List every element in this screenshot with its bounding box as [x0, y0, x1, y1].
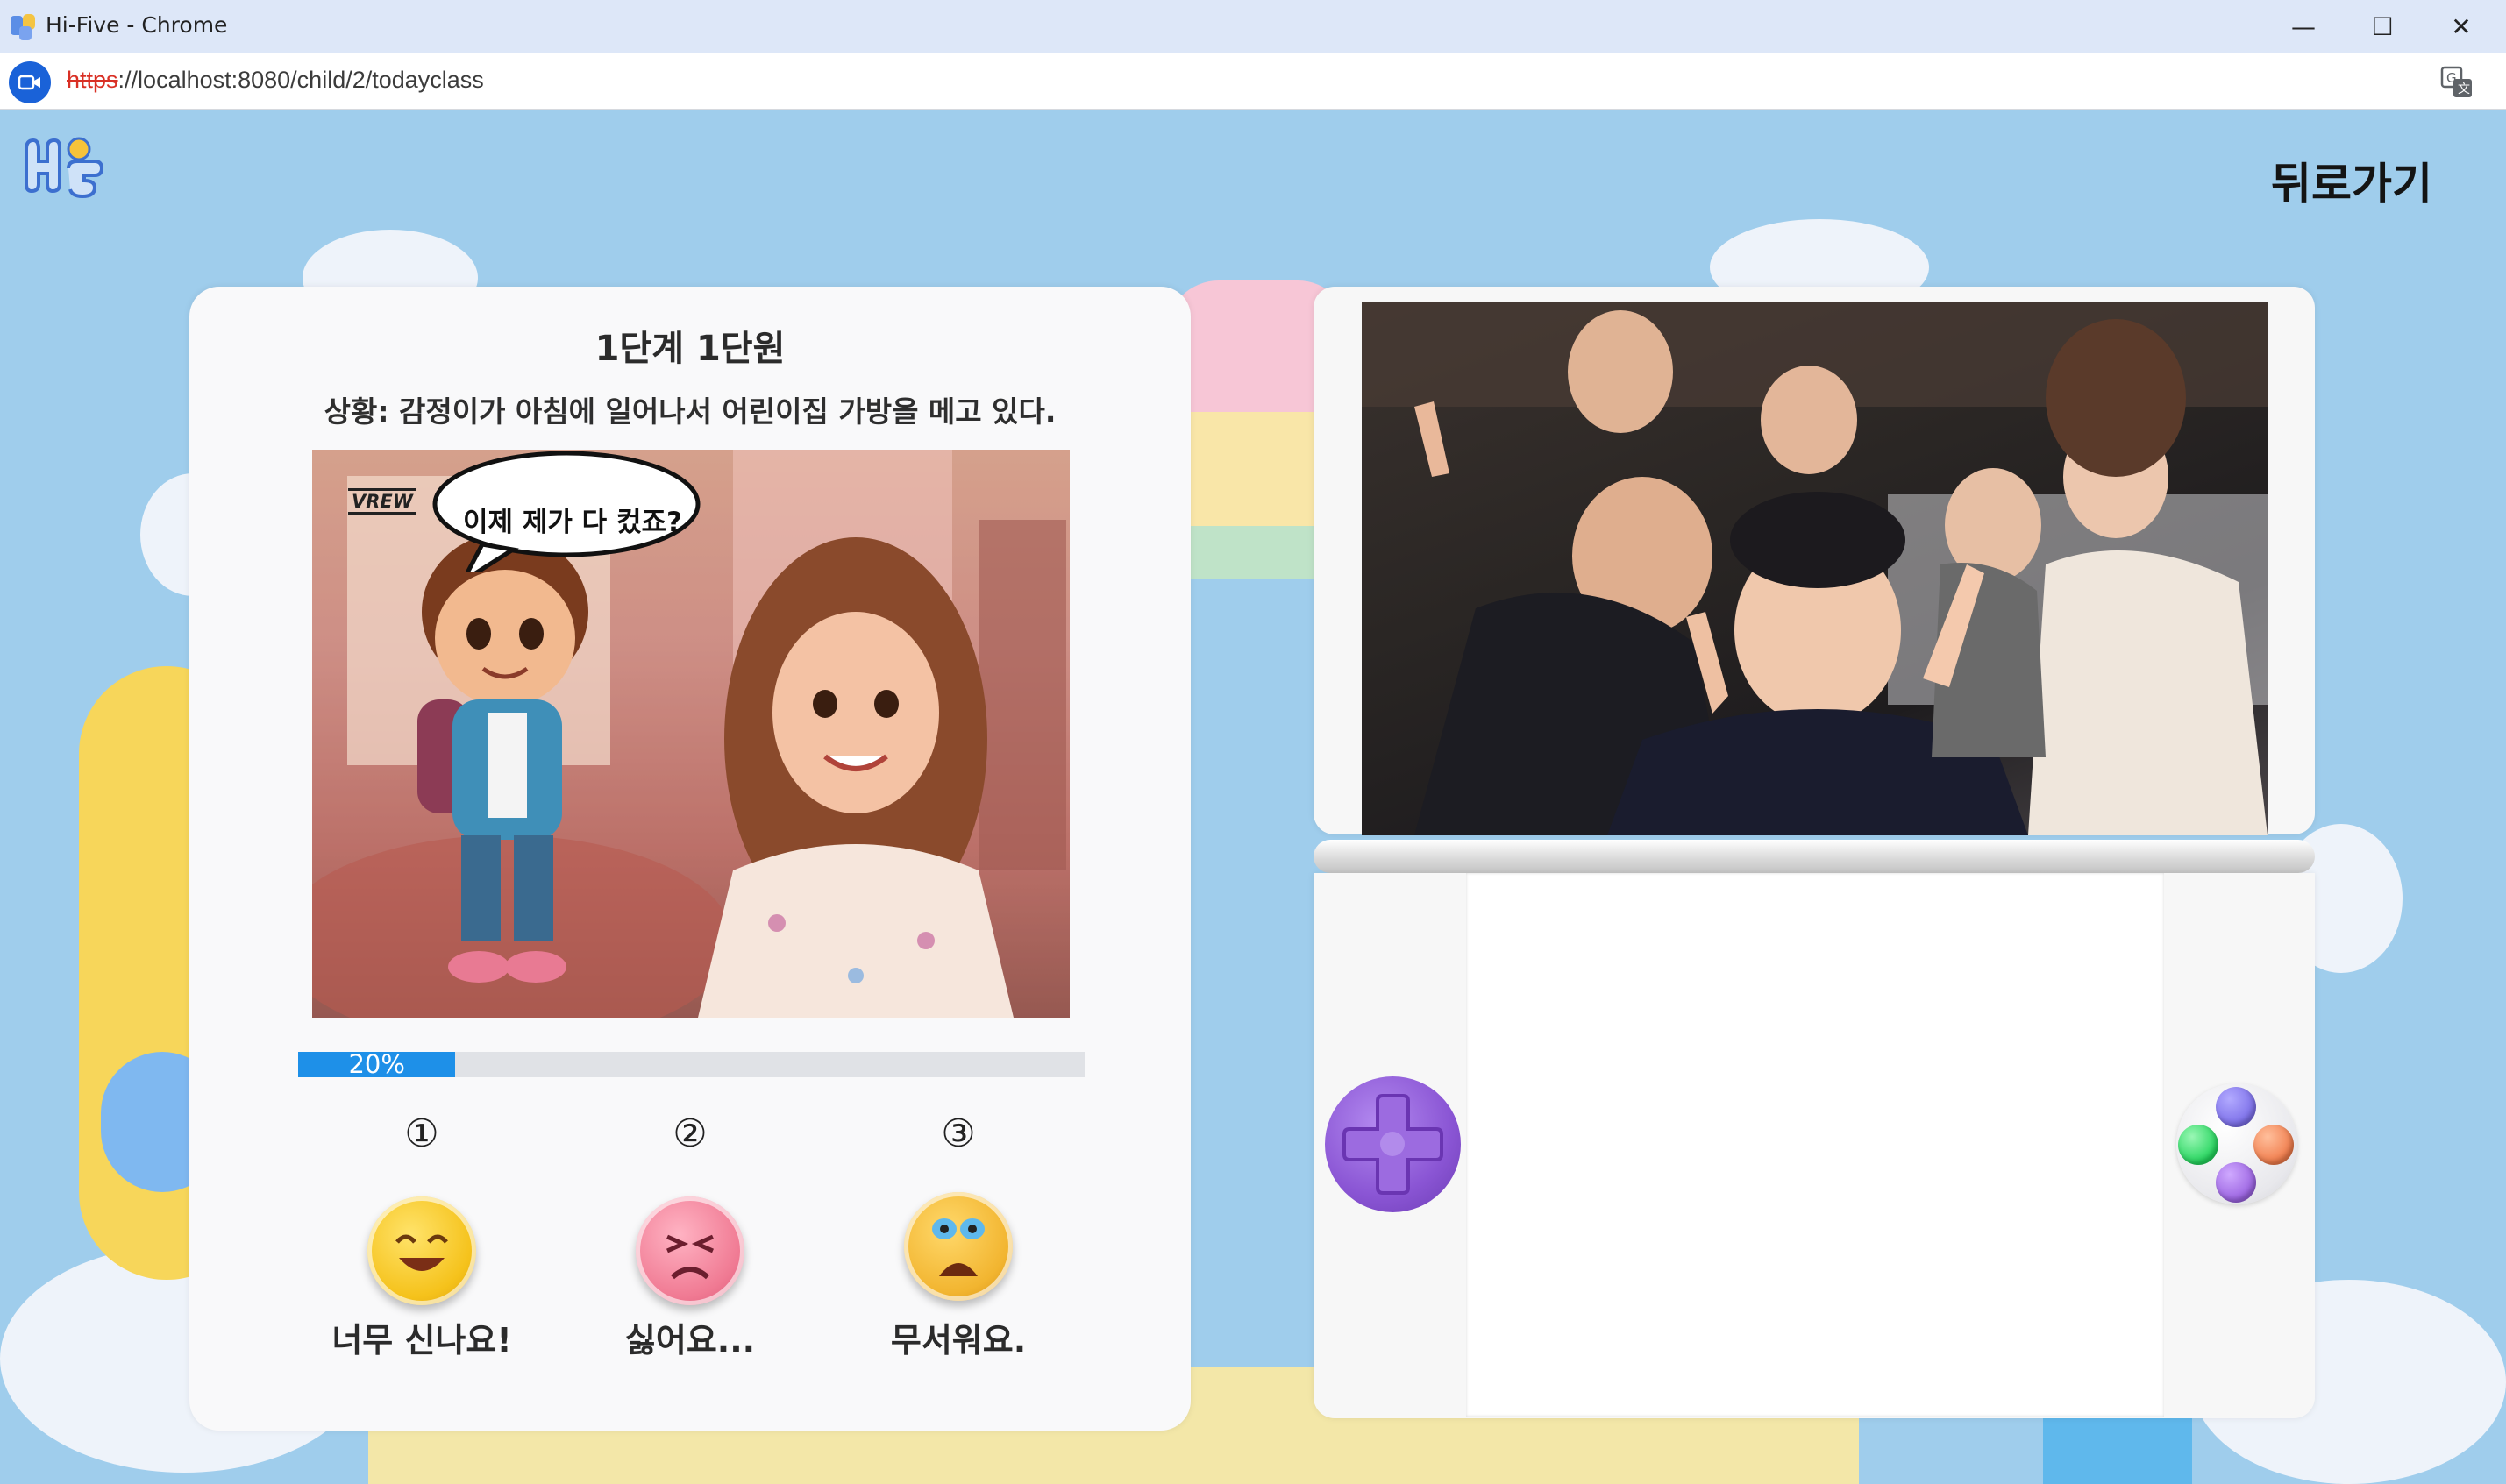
- url-field[interactable]: https://localhost:8080/child/2/todayclas…: [67, 67, 484, 94]
- window-title: Hi-Five - Chrome: [46, 12, 228, 38]
- hi-five-app-icon: [11, 14, 35, 40]
- back-link[interactable]: 뒤로가기: [2271, 149, 2432, 212]
- choice-number-1: ①: [404, 1111, 439, 1156]
- choice-button-happy[interactable]: [367, 1196, 476, 1305]
- maximize-icon: ☐: [2371, 11, 2394, 41]
- choice-number-2: ②: [673, 1111, 708, 1156]
- video-camera-icon: [18, 75, 40, 90]
- close-window-button[interactable]: ✕: [2422, 0, 2501, 53]
- action-button-left[interactable]: [2178, 1125, 2218, 1165]
- action-button-top[interactable]: [2216, 1087, 2256, 1127]
- choice-number-3: ③: [941, 1111, 976, 1156]
- url-scheme: https: [67, 67, 118, 93]
- site-camera-button[interactable]: [9, 61, 51, 103]
- dpad-icon: [1342, 1094, 1443, 1195]
- hi-five-logo[interactable]: [19, 131, 107, 202]
- action-button-right[interactable]: [2253, 1125, 2294, 1165]
- choice-label-1[interactable]: 너무 신나요!: [308, 1313, 536, 1361]
- dpad-button[interactable]: [1325, 1076, 1461, 1212]
- choice-button-scared[interactable]: [904, 1192, 1013, 1301]
- choice-label-3[interactable]: 무서워요.: [844, 1313, 1072, 1361]
- choice-button-dislike[interactable]: [636, 1196, 744, 1305]
- webcam-video: [1362, 302, 2268, 835]
- choice-label-2[interactable]: 싫어요...: [576, 1313, 804, 1361]
- progress-label: 20%: [348, 1049, 405, 1079]
- minimize-button[interactable]: —: [2264, 0, 2343, 53]
- vrew-watermark: VREW: [348, 488, 416, 515]
- speech-bubble-text: 이제 제가 다 컸죠?: [463, 507, 682, 538]
- window-titlebar: [0, 0, 2506, 53]
- url-path: ://localhost:8080/child/2/todayclass: [117, 67, 484, 93]
- minimize-icon: —: [2291, 11, 2316, 41]
- console-hinge: [1314, 840, 2315, 873]
- action-button-bottom[interactable]: [2216, 1162, 2256, 1203]
- console-bottom-screen: [1466, 873, 2164, 1417]
- lesson-title: 1단계 1단원: [594, 329, 786, 369]
- situation-text: 상황: 감정이가 아침에 일어나서 어린이집 가방을 메고 있다.: [324, 394, 1057, 429]
- svg-text:文: 文: [2458, 82, 2470, 96]
- close-icon: ✕: [2451, 11, 2472, 41]
- maximize-button[interactable]: ☐: [2343, 0, 2422, 53]
- happy-face-icon: [395, 1234, 448, 1271]
- scared-face-icon: [932, 1218, 985, 1276]
- webcam-feed-artwork: [1362, 302, 2268, 835]
- dislike-face-icon: [666, 1234, 715, 1280]
- translate-icon[interactable]: G 文: [2439, 65, 2474, 100]
